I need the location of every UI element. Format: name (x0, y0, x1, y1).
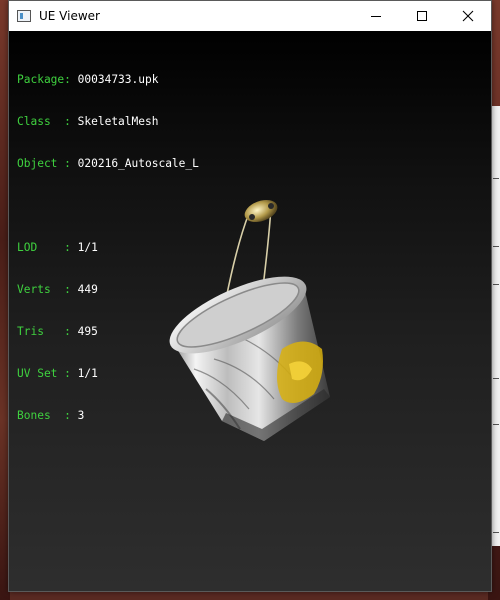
info-verts-label: Verts : (17, 283, 71, 296)
info-package: Package: 00034733.upk (17, 73, 199, 87)
window-controls (353, 1, 491, 31)
info-lod-value: 1/1 (77, 241, 98, 254)
background-window-edge (491, 106, 500, 546)
bucket-mesh-preview[interactable] (154, 179, 354, 469)
window-title: UE Viewer (39, 9, 100, 23)
close-button[interactable] (445, 1, 491, 31)
info-object-value: 020216_Autoscale_L (77, 157, 199, 170)
info-class-label: Class : (17, 115, 71, 128)
minimize-icon (371, 16, 381, 17)
app-icon[interactable] (17, 10, 31, 22)
info-lod-label: LOD : (17, 241, 71, 254)
info-package-label: Package: (17, 73, 71, 86)
info-object-label: Object : (17, 157, 71, 170)
info-tris-label: Tris : (17, 325, 71, 338)
close-icon (462, 10, 474, 22)
3d-viewport[interactable]: Package: 00034733.upk Class : SkeletalMe… (9, 31, 491, 591)
minimize-button[interactable] (353, 1, 399, 31)
info-object: Object : 020216_Autoscale_L (17, 157, 199, 171)
info-bones-label: Bones : (17, 409, 71, 422)
info-class-value: SkeletalMesh (77, 115, 159, 128)
info-bones-value: 3 (77, 409, 85, 422)
info-package-value: 00034733.upk (77, 73, 159, 86)
info-class: Class : SkeletalMesh (17, 115, 199, 129)
info-tris-value: 495 (77, 325, 98, 338)
title-bar[interactable]: UE Viewer (9, 1, 491, 31)
info-verts-value: 449 (77, 283, 98, 296)
info-uvset-value: 1/1 (77, 367, 98, 380)
info-uvset-label: UV Set : (17, 367, 71, 380)
ue-viewer-window: UE Viewer Package: 00034733.upk Class : … (8, 0, 492, 592)
maximize-button[interactable] (399, 1, 445, 31)
maximize-icon (417, 11, 427, 21)
